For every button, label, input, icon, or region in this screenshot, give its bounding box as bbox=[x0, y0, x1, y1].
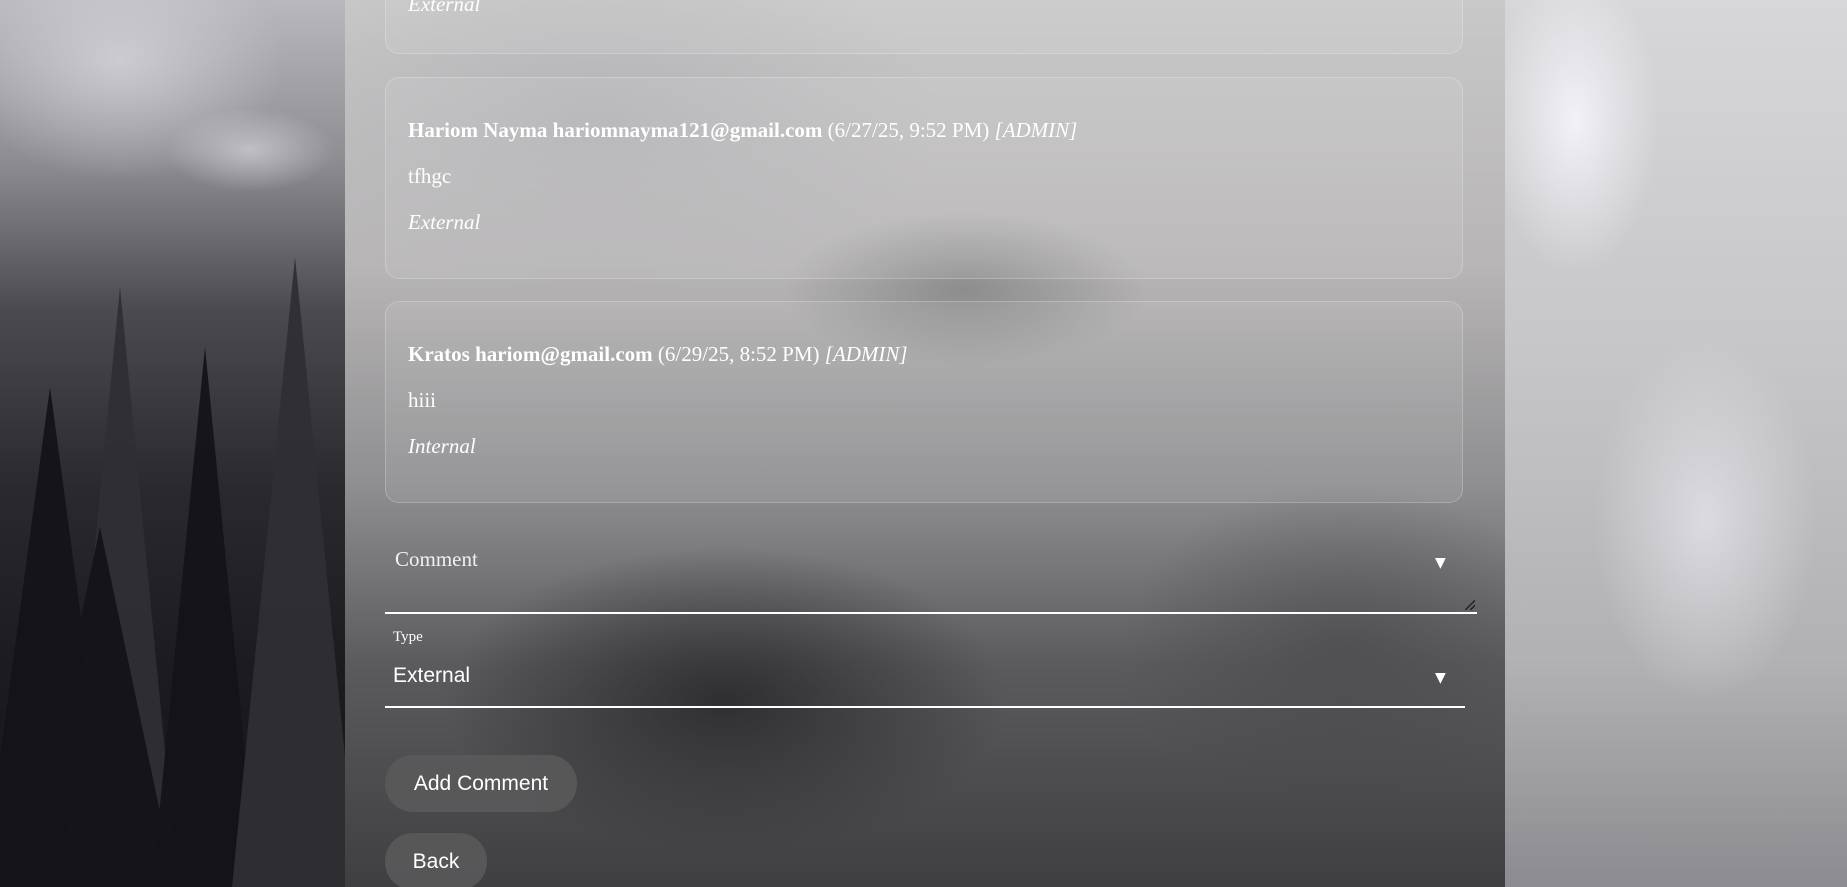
comment-text: hiii bbox=[408, 388, 437, 412]
background-forest-left bbox=[0, 0, 345, 887]
comment-input[interactable] bbox=[393, 545, 1397, 599]
comment-timestamp: (6/27/25, 9:52 PM) bbox=[827, 118, 990, 142]
add-comment-button[interactable]: Add Comment bbox=[385, 755, 577, 812]
comments-panel: External Hariom Nayma hariomnayma121@gma… bbox=[385, 0, 1477, 887]
background-fog-right bbox=[1505, 0, 1847, 887]
chevron-down-icon: ▼ bbox=[1435, 670, 1446, 686]
comment-author: Hariom Nayma bbox=[408, 118, 548, 142]
comment-card: Kratos hariom@gmail.com (6/29/25, 8:52 P… bbox=[385, 301, 1463, 503]
comment-role: [ADMIN] bbox=[994, 118, 1078, 142]
comment-type: External bbox=[408, 210, 481, 234]
comment-role: [ADMIN] bbox=[824, 342, 908, 366]
comment-type: External bbox=[408, 0, 481, 16]
type-label: Type bbox=[393, 629, 423, 645]
comment-text: tfhgc bbox=[408, 164, 452, 188]
comment-type: Internal bbox=[408, 434, 476, 458]
type-selected-value: External bbox=[393, 664, 471, 687]
comment-field[interactable]: ▼ bbox=[385, 535, 1477, 614]
comment-card: External bbox=[385, 0, 1463, 54]
comment-email: hariom@gmail.com bbox=[475, 342, 653, 366]
comment-header: Hariom Nayma hariomnayma121@gmail.com (6… bbox=[408, 117, 1440, 143]
comment-timestamp: (6/29/25, 8:52 PM) bbox=[657, 342, 820, 366]
comment-card: Hariom Nayma hariomnayma121@gmail.com (6… bbox=[385, 77, 1463, 279]
back-button[interactable]: Back bbox=[385, 833, 487, 887]
chevron-down-icon[interactable]: ▼ bbox=[1435, 555, 1446, 571]
comment-email: hariomnayma121@gmail.com bbox=[552, 118, 823, 142]
comment-header: Kratos hariom@gmail.com (6/29/25, 8:52 P… bbox=[408, 341, 1440, 367]
type-select[interactable]: External ▼ bbox=[385, 648, 1465, 708]
comment-author: Kratos bbox=[408, 342, 470, 366]
resize-handle-icon[interactable] bbox=[1465, 600, 1475, 610]
